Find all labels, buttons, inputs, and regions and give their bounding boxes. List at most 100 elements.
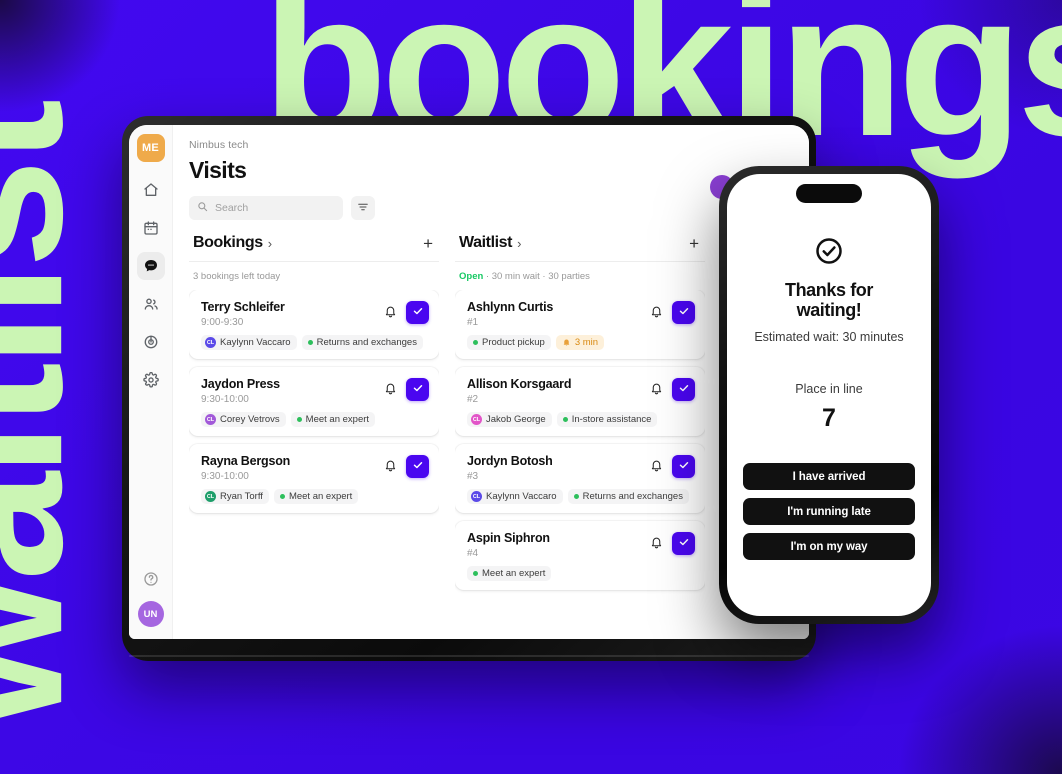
phone-place-label: Place in line (795, 382, 863, 397)
service-type-chip: Meet an expert (290, 412, 376, 427)
calendar-icon (143, 220, 159, 236)
visit-card[interactable]: Rayna Bergson 9:30-10:00 CL Ryan Torff Meet … (189, 444, 439, 513)
sidebar-item-insights[interactable] (137, 328, 165, 356)
workspace-logo[interactable]: ME (136, 134, 165, 162)
background-word-waitlist: waitlist (0, 103, 104, 729)
complete-button[interactable] (406, 455, 429, 478)
target-icon (143, 334, 159, 350)
card-header: Jaydon Press 9:30-10:00 (201, 377, 429, 405)
notify-button[interactable] (384, 459, 397, 475)
phone-notch (796, 184, 862, 203)
card-header: Rayna Bergson 9:30-10:00 (201, 454, 429, 482)
card-identity: Jaydon Press 9:30-10:00 (201, 377, 280, 405)
card-identity: Aspin Siphron #4 (467, 531, 550, 559)
column-title[interactable]: Waitlist › (459, 234, 521, 252)
service-type-text: In-store assistance (571, 414, 652, 425)
notify-button[interactable] (650, 382, 663, 398)
notify-button[interactable] (384, 382, 397, 398)
notify-button[interactable] (384, 305, 397, 321)
user-avatar[interactable]: UN (137, 601, 164, 627)
service-type-text: Meet an expert (288, 491, 353, 502)
customer-name: Jaydon Press (201, 377, 280, 391)
status-badge: Open (459, 271, 484, 282)
filter-icon (357, 201, 369, 216)
column-title[interactable]: Bookings › (193, 234, 272, 252)
complete-button[interactable] (672, 455, 695, 478)
status-dot-icon (307, 340, 313, 345)
add-entry-button[interactable]: + (687, 235, 701, 252)
complete-button[interactable] (406, 301, 429, 324)
phone-title: Thanks for waiting! (784, 280, 873, 321)
board-column: Bookings › +3 bookings left today Terry Sch… (189, 234, 439, 639)
people-icon (143, 296, 159, 312)
page-title: Visits (189, 157, 247, 183)
card-meta: 9:30-10:00 (201, 394, 249, 405)
assignee-name: Corey Vetrovs (220, 414, 280, 425)
visit-card[interactable]: Jaydon Press 9:30-10:00 CL Corey Vetrovs Mee… (189, 367, 439, 436)
card-actions (650, 377, 695, 401)
complete-button[interactable] (672, 532, 695, 555)
phone-action-button[interactable]: I have arrived (743, 463, 915, 491)
service-type-text: Returns and exchanges (582, 491, 683, 502)
sidebar-item-messages[interactable] (136, 252, 165, 280)
search-box[interactable] (189, 196, 343, 220)
phone-estimated-wait: Estimated wait: 30 minutes (754, 330, 904, 345)
visit-card[interactable]: Allison Korsgaard #2 CL Jakob George In-stor… (455, 367, 705, 436)
card-meta: #3 (467, 471, 479, 482)
service-type-chip: Returns and exchanges (567, 489, 689, 504)
assignee-name: Jakob George (486, 414, 546, 425)
sidebar-item-customers[interactable] (137, 290, 165, 318)
card-actions (384, 377, 429, 401)
assignee-avatar-icon: CL (205, 491, 216, 502)
visit-card[interactable]: Jordyn Botosh #3 CL Kaylynn Vaccaro Returns … (455, 444, 705, 513)
card-identity: Jordyn Botosh #3 (467, 454, 553, 482)
complete-button[interactable] (406, 378, 429, 401)
assignee-name: Kaylynn Vaccaro (486, 491, 557, 502)
card-meta: #1 (467, 317, 479, 328)
card-identity: Allison Korsgaard #2 (467, 377, 571, 405)
visit-card[interactable]: Terry Schleifer 9:00-9:30 CL Kaylynn Vaccar… (189, 290, 439, 359)
search-input[interactable] (215, 202, 335, 214)
check-icon (678, 305, 690, 320)
customer-name: Rayna Bergson (201, 454, 291, 468)
complete-button[interactable] (672, 378, 695, 401)
assignee-avatar-icon: CL (205, 337, 216, 348)
bell-icon (650, 536, 663, 552)
column-subtitle: Open · 30 min wait · 30 parties (459, 271, 590, 282)
service-type-text: Meet an expert (482, 568, 546, 579)
visit-card[interactable]: Aspin Siphron #4 Meet an expert (455, 521, 705, 590)
phone-action-button[interactable]: I'm running late (743, 498, 915, 526)
sidebar-item-calendar[interactable] (137, 214, 165, 242)
notify-button[interactable] (650, 459, 663, 475)
assignee-chip: CL Corey Vetrovs (201, 412, 286, 427)
board-column: Waitlist › + Open · 30 min wait · 30 partie… (455, 234, 705, 639)
assignee-chip: CL Ryan Torff (201, 489, 269, 504)
phone-action-button[interactable]: I'm on my way (743, 533, 915, 561)
filter-button[interactable] (351, 196, 375, 220)
notify-button[interactable] (650, 305, 663, 321)
bell-alert-icon (562, 338, 571, 347)
sidebar-item-settings[interactable] (137, 366, 165, 394)
assignee-chip: CL Kaylynn Vaccaro (467, 489, 563, 504)
card-actions (384, 300, 429, 324)
card-actions (650, 454, 695, 478)
complete-button[interactable] (672, 301, 695, 324)
column-title-text: Bookings (193, 234, 263, 251)
customer-name: Ashlynn Curtis (467, 300, 554, 314)
column-card-list[interactable]: Terry Schleifer 9:00-9:30 CL Kaylynn Vaccar… (189, 290, 439, 639)
check-icon (412, 382, 424, 397)
sidebar-item-home[interactable] (137, 176, 165, 204)
check-icon (412, 305, 424, 320)
status-dot-icon (562, 417, 568, 422)
tablet-screen: ME UN Nimbus tech Visits Search Bookings… (129, 125, 809, 639)
card-identity: Terry Schleifer 9:00-9:30 (201, 300, 285, 328)
column-card-list[interactable]: Ashlynn Curtis #1 Product pickup 3 min Allis… (455, 290, 705, 639)
service-type-text: Returns and exchanges (316, 337, 417, 348)
card-chips: CL Corey Vetrovs Meet an expert (201, 412, 429, 427)
card-header: Terry Schleifer 9:00-9:30 (201, 300, 429, 328)
check-icon (678, 382, 690, 397)
notify-button[interactable] (650, 536, 663, 552)
visit-card[interactable]: Ashlynn Curtis #1 Product pickup 3 min (455, 290, 705, 359)
add-entry-button[interactable]: + (421, 235, 435, 252)
help-button[interactable] (137, 565, 165, 593)
